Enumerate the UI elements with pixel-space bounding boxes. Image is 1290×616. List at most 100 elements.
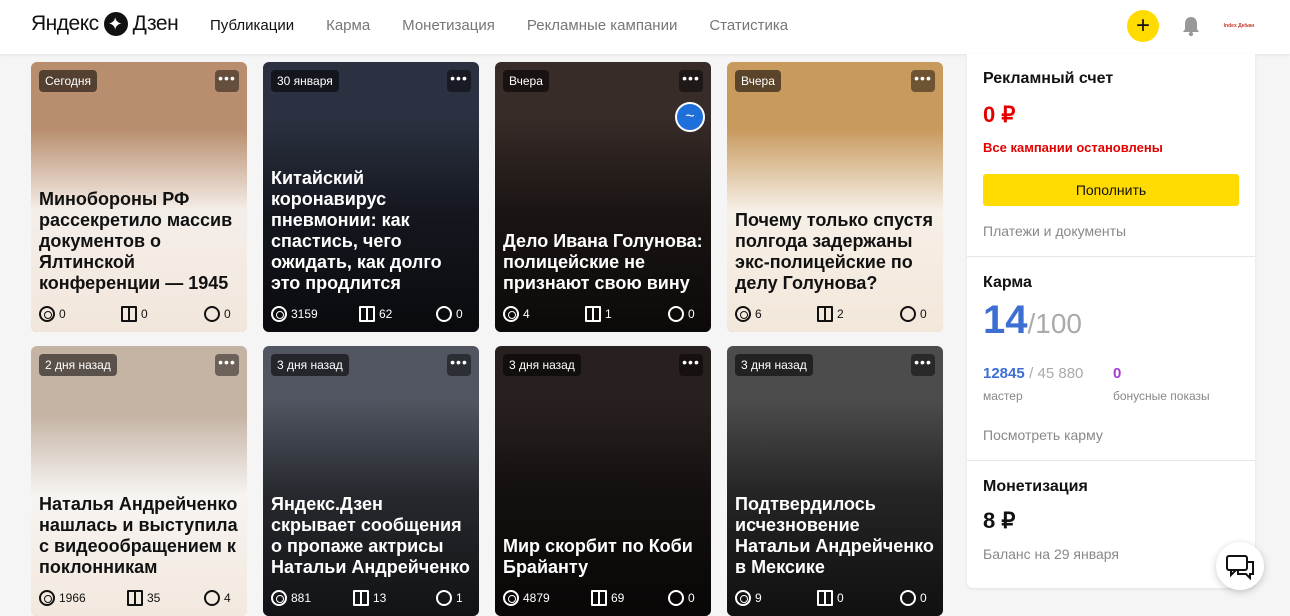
views-icon [39, 306, 55, 322]
card-date: 3 дня назад [503, 354, 581, 376]
divider [967, 460, 1255, 461]
logo-right-text: Дзен [132, 12, 179, 35]
more-icon[interactable]: ••• [911, 70, 935, 92]
comments-icon [436, 306, 452, 322]
nav-monetization[interactable]: Монетизация [402, 17, 495, 34]
card-stats: 881 13 1 [271, 590, 471, 608]
chat-bubbles-icon [1226, 555, 1254, 581]
comments-count: 1 [456, 591, 463, 605]
reads-count: 1 [605, 307, 612, 321]
karma-title: Карма [983, 274, 1032, 291]
comments-icon [668, 590, 684, 606]
reads-icon [585, 306, 601, 322]
topup-button[interactable]: Пополнить [983, 174, 1239, 206]
card-stats: 0 0 0 [39, 306, 239, 324]
card-title[interactable]: Подтвердилось исчезновение Натальи Андре… [735, 494, 935, 578]
card-title[interactable]: Яндекс.Дзен скрывает сообщения о пропаже… [271, 494, 471, 578]
comments-count: 0 [920, 591, 927, 605]
comments-icon [204, 590, 220, 606]
more-icon[interactable]: ••• [679, 354, 703, 376]
comments-icon [204, 306, 220, 322]
more-icon[interactable]: ••• [679, 70, 703, 92]
comments-count: 0 [688, 307, 695, 321]
views-icon [735, 590, 751, 606]
reads-icon [591, 590, 607, 606]
more-icon[interactable]: ••• [447, 354, 471, 376]
views-count: 6 [755, 307, 762, 321]
karma-value: 14 [983, 298, 1028, 342]
main-nav: Публикации Карма Монетизация Рекламные к… [210, 17, 788, 34]
card-date: Вчера [735, 70, 781, 92]
nav-statistics[interactable]: Статистика [709, 17, 788, 34]
card-stats: 6 2 0 [735, 306, 935, 324]
publication-card[interactable]: 30 января ••• Китайский коронавирус пнев… [263, 62, 479, 332]
views-icon [271, 590, 287, 606]
comments-count: 0 [224, 307, 231, 321]
payments-docs-link[interactable]: Платежи и документы [983, 223, 1239, 239]
bonus-label: бонусные показы [1113, 389, 1210, 403]
more-icon[interactable]: ••• [447, 70, 471, 92]
divider [967, 256, 1255, 257]
ad-balance: 0 ₽ [983, 102, 1016, 127]
views-icon [735, 306, 751, 322]
monetization-title: Монетизация [983, 478, 1088, 495]
view-karma-link[interactable]: Посмотреть карму [983, 427, 1239, 443]
more-icon[interactable]: ••• [215, 354, 239, 376]
avatar[interactable]: Index Днѣвн [1222, 14, 1256, 38]
more-icon[interactable]: ••• [215, 70, 239, 92]
publication-card[interactable]: Вчера ••• Почему только спустя полгода з… [727, 62, 943, 332]
views-icon [503, 306, 519, 322]
support-chat-button[interactable] [1216, 542, 1264, 590]
nav-ad-campaigns[interactable]: Рекламные кампании [527, 17, 677, 34]
comments-count: 0 [688, 591, 695, 605]
nav-karma[interactable]: Карма [326, 17, 370, 34]
card-stats: 4 1 0 [503, 306, 703, 324]
ad-account-section: Рекламный счет 0 ₽ Все кампании остановл… [983, 70, 1239, 155]
card-title[interactable]: Минобороны РФ рассекретило массив докуме… [39, 189, 239, 294]
publication-card[interactable]: 3 дня назад ••• Подтвердилось исчезновен… [727, 346, 943, 616]
monetization-section: Монетизация 8 ₽ Баланс на 29 января [983, 478, 1239, 562]
views-icon [271, 306, 287, 322]
card-date: Сегодня [39, 70, 97, 92]
ad-account-title: Рекламный счет [983, 70, 1114, 87]
card-stats: 4879 69 0 [503, 590, 703, 608]
reads-count: 35 [147, 591, 161, 605]
views-count: 881 [291, 591, 312, 605]
more-icon[interactable]: ••• [911, 354, 935, 376]
publication-card[interactable]: 2 дня назад ••• Наталья Андрейченко нашл… [31, 346, 247, 616]
yandex-zen-logo[interactable]: Яндекс Дзен [31, 12, 179, 36]
publication-card[interactable]: 3 дня назад ••• Яндекс.Дзен скрывает соо… [263, 346, 479, 616]
logo-left-text: Яндекс [31, 12, 99, 35]
reads-icon [817, 590, 833, 606]
views-count: 9 [755, 591, 762, 605]
monetization-balance: 8 ₽ [983, 508, 1016, 533]
card-date: 3 дня назад [271, 354, 349, 376]
reads-count: 62 [379, 307, 393, 321]
card-stats: 1966 35 4 [39, 590, 239, 608]
reads-icon [121, 306, 137, 322]
comments-icon [668, 306, 684, 322]
card-title[interactable]: Наталья Андрейченко нашлась и выступила … [39, 494, 239, 578]
reads-icon [359, 306, 375, 322]
card-title[interactable]: Почему только спустя полгода задержаны э… [735, 210, 935, 294]
publication-card[interactable]: Сегодня ••• Минобороны РФ рассекретило м… [31, 62, 247, 332]
views-count: 4879 [523, 591, 550, 605]
create-button[interactable]: + [1127, 10, 1159, 42]
card-stats: 9 0 0 [735, 590, 935, 608]
reads-count: 69 [611, 591, 625, 605]
top-header: Яндекс Дзен Публикации Карма Монетизация… [0, 0, 1290, 54]
card-title[interactable]: Дело Ивана Голунова: полицейские не приз… [503, 231, 703, 294]
publication-card[interactable]: Вчера ••• ~ Дело Ивана Голунова: полицей… [495, 62, 711, 332]
card-title[interactable]: Китайский коронавирус пневмонии: как спа… [271, 168, 471, 294]
reads-count: 0 [837, 591, 844, 605]
bonus-impressions: 0 бонусные показы [1113, 365, 1239, 403]
sidebar: Рекламный счет 0 ₽ Все кампании остановл… [967, 54, 1255, 588]
bell-icon[interactable] [1181, 15, 1201, 37]
publication-card[interactable]: 3 дня назад ••• Мир скорбит по Коби Брай… [495, 346, 711, 616]
reads-count: 13 [373, 591, 387, 605]
wave-badge-icon: ~ [675, 102, 705, 132]
card-title[interactable]: Мир скорбит по Коби Брайанту [503, 536, 703, 578]
comments-icon [900, 590, 916, 606]
nav-publications[interactable]: Публикации [210, 17, 294, 34]
karma-score-value: 12845 [983, 365, 1025, 382]
